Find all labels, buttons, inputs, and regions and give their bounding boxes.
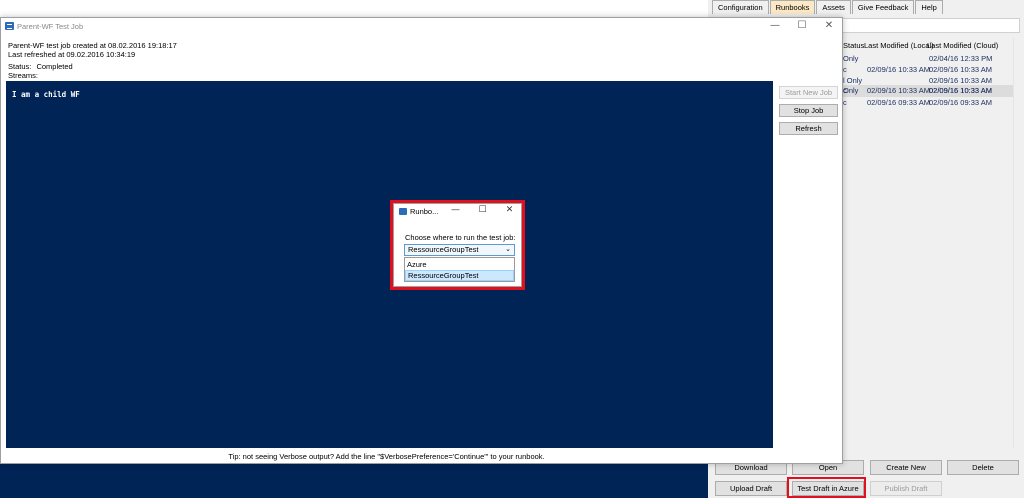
row-status: c — [843, 86, 847, 95]
maximize-icon[interactable]: ☐ — [796, 20, 808, 32]
row-modified-cloud: 02/04/16 12:33 PM — [929, 54, 993, 63]
editor-background — [0, 460, 708, 498]
row-modified-cloud: 02/09/16 09:33 AM — [929, 98, 992, 107]
run-location-options: Azure RessourceGroupTest — [404, 257, 515, 282]
panel-tabs: Configuration Runbooks Assets Give Feedb… — [712, 0, 944, 14]
row-modified-cloud: 02/09/16 10:33 AM — [929, 76, 992, 85]
app-icon — [399, 208, 407, 215]
row-status: Only — [843, 54, 859, 63]
tab-assets[interactable]: Assets — [816, 0, 851, 14]
status-label: Status: — [8, 62, 32, 71]
tab-help[interactable]: Help — [915, 0, 943, 14]
stop-job-button[interactable]: Stop Job — [779, 104, 838, 117]
maximize-icon[interactable]: ☐ — [477, 205, 488, 216]
option-ressourcegrouptest[interactable]: RessourceGroupTest — [405, 270, 514, 281]
publish-draft-button[interactable]: Publish Draft — [870, 481, 942, 496]
tab-give-feedback[interactable]: Give Feedback — [851, 0, 915, 14]
refresh-button[interactable]: Refresh — [779, 122, 838, 135]
grid-scrollbar[interactable] — [1013, 38, 1024, 448]
row-modified-local: 02/09/16 10:33 AM — [867, 65, 930, 74]
tab-runbooks[interactable]: Runbooks — [769, 0, 816, 14]
app-icon — [5, 22, 14, 30]
console-output-text: I am a child WF — [12, 90, 80, 99]
start-new-job-button[interactable]: Start New Job — [779, 86, 838, 99]
close-icon[interactable]: ✕ — [823, 20, 835, 32]
upload-draft-button[interactable]: Upload Draft — [715, 481, 787, 496]
run-location-select[interactable]: RessourceGroupTest ⌄ — [404, 244, 515, 256]
create-new-button[interactable]: Create New — [870, 460, 942, 475]
row-status: c — [843, 98, 847, 107]
row-modified-local: 02/09/16 10:33 AM — [867, 86, 930, 95]
minimize-icon[interactable]: — — [769, 20, 781, 32]
job-created-text: Parent-WF test job created at 08.02.2016… — [8, 41, 177, 50]
streams-label: Streams: — [8, 71, 39, 80]
minimize-icon[interactable]: — — [450, 205, 461, 216]
row-modified-cloud: 02/09/16 10:33 AM — [929, 65, 992, 74]
dialog-title: Runbo... — [410, 207, 439, 216]
selected-value: RessourceGroupTest — [408, 245, 479, 254]
status-line: Status: Completed — [8, 62, 73, 71]
status-value: Completed — [36, 62, 73, 71]
verbose-tip: Tip: not seeing Verbose output? Add the … — [228, 452, 545, 461]
dialog-prompt: Choose where to run the test job: — [405, 233, 516, 242]
option-azure[interactable]: Azure — [405, 259, 514, 270]
tab-configuration[interactable]: Configuration — [712, 0, 769, 14]
close-icon[interactable]: ✕ — [504, 205, 515, 216]
delete-button[interactable]: Delete — [947, 460, 1019, 475]
window-titlebar[interactable]: Parent-WF Test Job — ☐ ✕ — [1, 18, 842, 36]
chevron-down-icon[interactable]: ⌄ — [505, 245, 511, 255]
last-refreshed-text: Last refreshed at 09.02.2016 10:34:19 — [8, 50, 136, 59]
row-modified-local: 02/09/16 09:33 AM — [867, 98, 930, 107]
row-status: c — [843, 65, 847, 74]
window-title: Parent-WF Test Job — [17, 22, 84, 31]
row-modified-cloud: 02/09/16 10:33 AM — [929, 86, 992, 95]
row-status: l Only — [843, 76, 863, 85]
run-location-dialog: Runbo... — ☐ ✕ Choose where to run the t… — [393, 203, 522, 287]
test-draft-highlight — [787, 477, 866, 498]
